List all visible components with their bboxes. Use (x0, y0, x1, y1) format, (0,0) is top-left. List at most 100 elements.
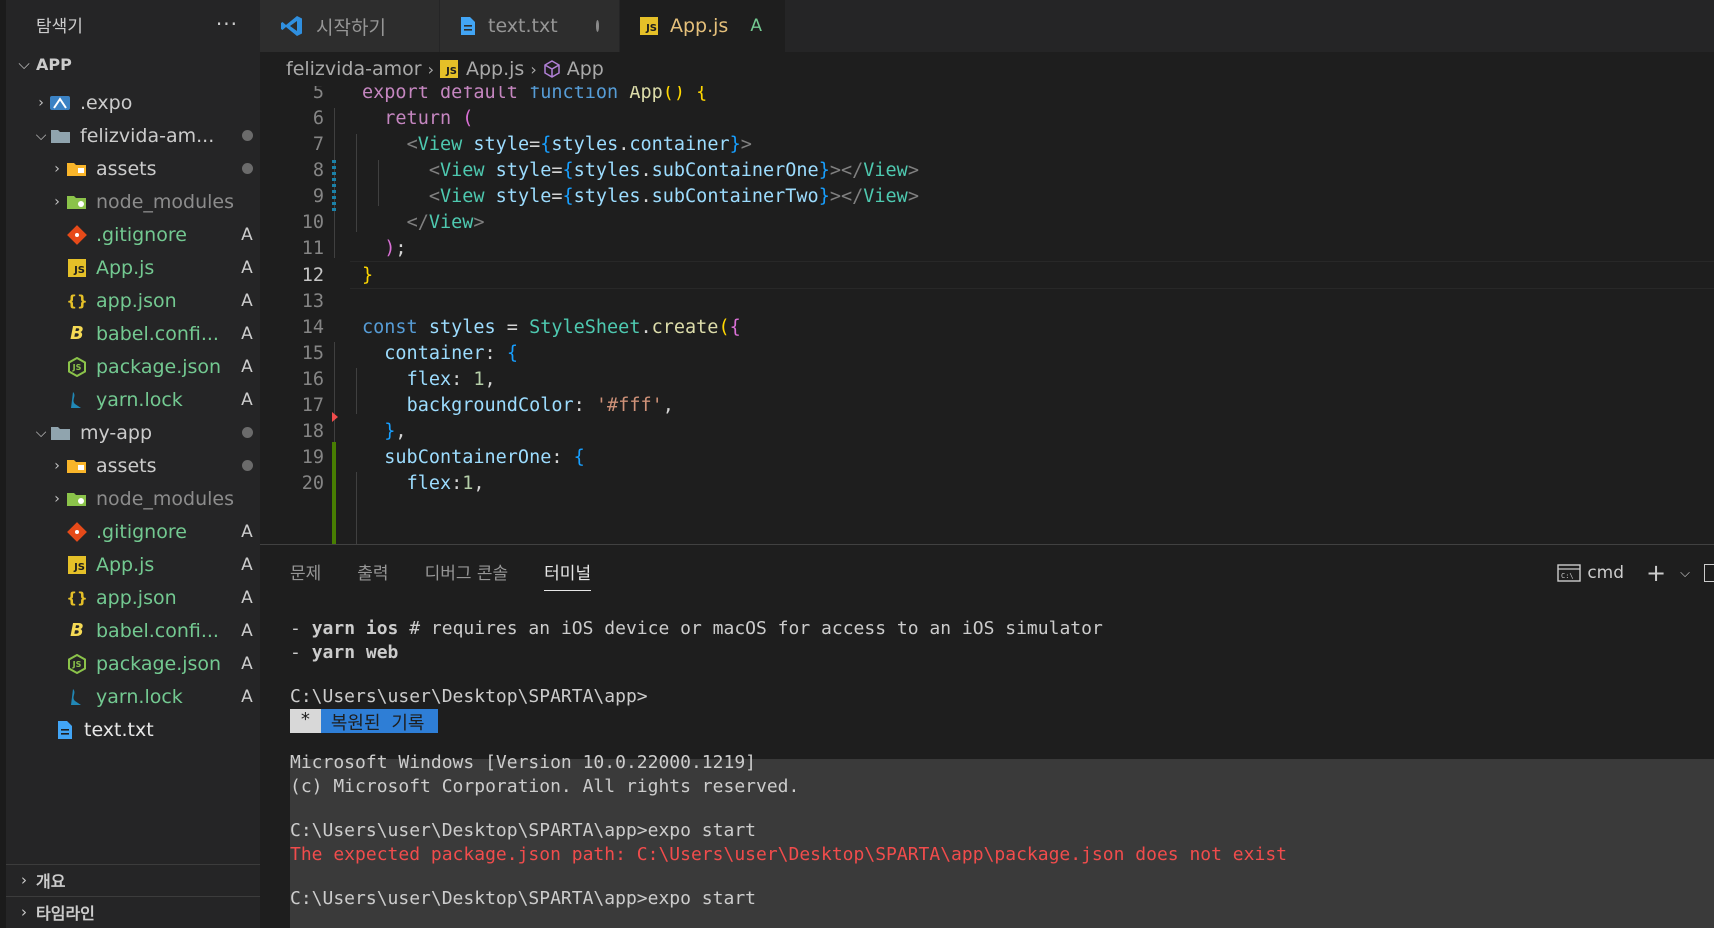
explorer-title: 탐색기 (36, 16, 83, 37)
tree-item-label: node_modules (96, 190, 235, 213)
section-app[interactable]: ⌵ APP (6, 48, 260, 80)
new-terminal-plus-icon[interactable]: + (1646, 559, 1666, 587)
code-line: 8 <View style={styles.subContainerOne}><… (260, 156, 1714, 184)
tab-debug-console[interactable]: 디버그 콘솔 (425, 559, 509, 591)
explorer-sidebar: 탐색기 ··· ⌵ APP › .expo ⌵ felizvida-am... … (0, 0, 260, 928)
tree-item-label: yarn.lock (96, 388, 183, 411)
line-number: 12 (301, 264, 324, 286)
line-number: 9 (312, 185, 324, 207)
folder-node-icon (66, 488, 88, 510)
explorer-header: 탐색기 ··· (6, 0, 260, 48)
tree-item-label: babel.confi... (96, 619, 219, 642)
line-number: 20 (301, 472, 324, 494)
tab-label: App.js (670, 15, 729, 37)
code-line: 9 <View style={styles.subContainerTwo}><… (260, 182, 1714, 210)
terminal-prompt: C:\Users\user\Desktop\SPARTA\app> (290, 686, 648, 707)
tab-app-js[interactable]: JS App.js A (620, 0, 786, 52)
tree-item-gitignore[interactable]: .gitignore A (6, 515, 260, 548)
tab-output[interactable]: 출력 (357, 559, 388, 591)
js-icon: JS (440, 60, 458, 78)
chevron-right-icon: › (54, 160, 60, 177)
tree-item-label: package.json (96, 355, 222, 378)
bottom-panel: 문제 출력 디버그 콘솔 터미널 C:\ cmd + ⌵ - yarn ios … (260, 544, 1714, 928)
code-line: 19 subContainerOne: { (260, 443, 1714, 471)
unsaved-dot[interactable] (595, 20, 599, 32)
tree-item-label: app.json (96, 586, 177, 609)
code-line: 14 const styles = StyleSheet.create({ (260, 313, 1714, 341)
section-outline-title: 개요 (36, 872, 66, 891)
tab-welcome[interactable]: 시작하기 (260, 0, 440, 52)
expo-folder-icon (50, 92, 72, 114)
folder-node-icon (66, 191, 88, 213)
tree-item-label: yarn.lock (96, 685, 183, 708)
split-terminal-icon[interactable] (1704, 564, 1714, 582)
ellipsis-icon[interactable]: ··· (216, 12, 238, 36)
tree-item-node-modules[interactable]: › node_modules (6, 482, 260, 515)
terminal-output-line: - yarn ios # requires an iOS device or m… (290, 618, 1103, 639)
tab-problems[interactable]: 문제 (290, 559, 321, 591)
code-editor[interactable]: 5 export default function App() { 6 retu… (260, 86, 1714, 544)
git-added-badge: A (241, 686, 253, 707)
terminal-text: # requires an iOS device or macOS for ac… (398, 618, 1103, 639)
chevron-right-icon: › (54, 193, 60, 210)
git-added-badge: A (241, 389, 253, 410)
tree-item-babel-config[interactable]: B babel.confi... A (6, 317, 260, 350)
tree-item-app-json[interactable]: {} app.json A (6, 284, 260, 317)
modified-dot (234, 130, 260, 141)
tree-item-assets[interactable]: › assets (6, 449, 260, 482)
chevron-down-icon[interactable]: ⌵ (1680, 566, 1690, 581)
line-number: 18 (301, 420, 324, 442)
git-icon (66, 224, 88, 246)
tree-item-node-modules[interactable]: › node_modules (6, 185, 260, 218)
tree-item-package-json[interactable]: JS package.json A (6, 350, 260, 383)
babel-icon: B (70, 323, 84, 344)
terminal-error-line: The expected package.json path: C:\Users… (290, 844, 1287, 865)
npm-icon: JS (66, 356, 88, 378)
tree-item-app-js[interactable]: JS App.js A (6, 251, 260, 284)
panel-actions: C:\ cmd + ⌵ (1557, 559, 1714, 587)
terminal-cmd: yarn ios (311, 618, 399, 639)
tree-item-expo[interactable]: › .expo (6, 86, 260, 119)
svg-text:JS: JS (72, 363, 82, 372)
tree-item-felizvida-folder[interactable]: ⌵ felizvida-am... (6, 119, 260, 152)
js-icon: JS (640, 17, 658, 35)
svg-text:C:\: C:\ (1561, 572, 1574, 580)
code-line: 6 return ( (260, 104, 1714, 132)
folder-assets-icon (66, 158, 88, 180)
folder-assets-icon (66, 455, 88, 477)
symbol-function-icon (543, 60, 561, 78)
section-timeline[interactable]: › 타임라인 (6, 896, 260, 928)
tree-item-app-json[interactable]: {} app.json A (6, 581, 260, 614)
tree-item-label: node_modules (96, 487, 235, 510)
breadcrumb-file[interactable]: App.js (466, 58, 524, 80)
section-outline[interactable]: › 개요 (6, 864, 260, 896)
tree-item-my-app-folder[interactable]: ⌵ my-app (6, 416, 260, 449)
tab-text-txt[interactable]: text.txt (440, 0, 620, 52)
tree-item-assets[interactable]: › assets (6, 152, 260, 185)
git-added-badge: A (750, 16, 762, 36)
git-added-badge: A (241, 257, 253, 278)
code-line: 18 }, (260, 417, 1714, 445)
folder-open-icon (50, 125, 72, 147)
modified-dot (234, 427, 260, 438)
yarn-icon (66, 389, 88, 411)
git-added-badge: A (241, 587, 253, 608)
breadcrumb-folder[interactable]: felizvida-amor (286, 58, 422, 80)
code-line: 10 </View> (260, 208, 1714, 236)
tab-terminal[interactable]: 터미널 (544, 559, 592, 591)
json-icon: {} (66, 588, 88, 607)
tree-item-babel-config[interactable]: B babel.confi... A (6, 614, 260, 647)
terminal-prompt: C:\Users\user\Desktop\SPARTA\app>expo st… (290, 820, 756, 841)
tree-item-label: assets (96, 157, 157, 180)
tree-item-text-txt[interactable]: text.txt (6, 713, 260, 746)
tree-item-yarn-lock[interactable]: yarn.lock A (6, 383, 260, 416)
line-number: 11 (301, 237, 324, 259)
tree-item-app-js[interactable]: JS App.js A (6, 548, 260, 581)
chevron-right-icon: › (427, 59, 434, 79)
terminal-shell-select[interactable]: C:\ cmd (1557, 563, 1624, 583)
breadcrumb-symbol[interactable]: App (567, 58, 604, 80)
tree-item-yarn-lock[interactable]: yarn.lock A (6, 680, 260, 713)
tree-item-package-json[interactable]: JS package.json A (6, 647, 260, 680)
tree-item-label: package.json (96, 652, 222, 675)
tree-item-gitignore[interactable]: .gitignore A (6, 218, 260, 251)
